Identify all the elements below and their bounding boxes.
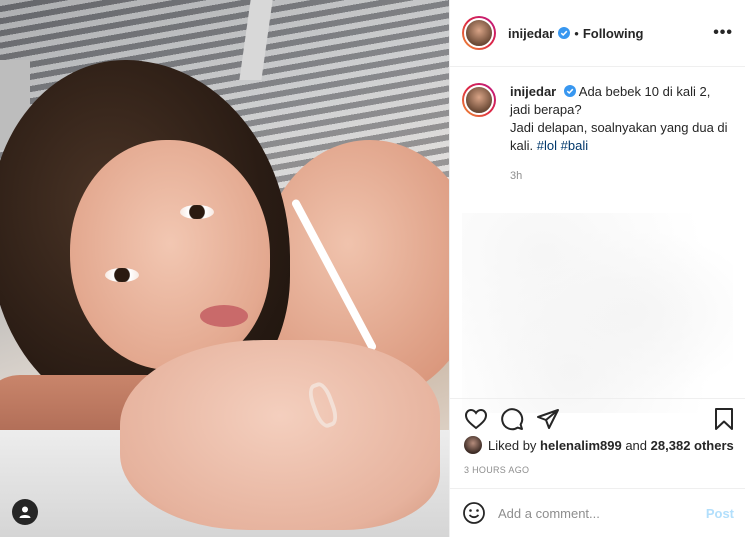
liked-by-prefix: Liked by xyxy=(488,437,537,453)
post-comment-button[interactable]: Post xyxy=(706,506,734,521)
verified-icon xyxy=(558,27,571,39)
emoji-icon[interactable] xyxy=(462,501,486,525)
photo-face xyxy=(70,140,270,370)
photo-eye xyxy=(105,268,139,282)
caption: inijedar Ada bebek 10 di kali 2, jadi be… xyxy=(450,67,745,185)
caption-body: inijedar Ada bebek 10 di kali 2, jadi be… xyxy=(510,83,732,185)
share-icon[interactable] xyxy=(536,407,560,431)
likes-others[interactable]: 28,382 others xyxy=(651,438,734,453)
photo-hand xyxy=(120,340,440,530)
comment-bar: Post xyxy=(450,488,745,537)
action-bar xyxy=(450,398,745,438)
hashtag-bali[interactable]: #bali xyxy=(561,138,588,153)
caption-username[interactable]: inijedar xyxy=(510,84,556,99)
liker-avatar[interactable] xyxy=(464,436,482,454)
separator-dot: • xyxy=(574,25,579,41)
verified-icon xyxy=(563,85,576,97)
photo-lips xyxy=(200,305,248,327)
user-tag-icon xyxy=(19,506,31,518)
more-icon[interactable]: ••• xyxy=(713,24,733,42)
author-username[interactable]: inijedar xyxy=(508,26,554,41)
hashtag-lol[interactable]: #lol xyxy=(537,138,557,153)
caption-time: 3h xyxy=(510,170,523,182)
photo-eye xyxy=(180,205,214,219)
author-avatar[interactable] xyxy=(462,16,496,50)
bookmark-icon[interactable] xyxy=(712,407,736,431)
blurred-comments xyxy=(462,213,733,413)
comment-input[interactable] xyxy=(498,505,706,521)
user-tag-button[interactable] xyxy=(12,499,38,525)
caption-avatar[interactable] xyxy=(462,83,496,117)
liked-by-user[interactable]: helenalim899 xyxy=(540,438,622,453)
likes-summary: Liked by helenalim899 and 28,382 others xyxy=(464,436,734,454)
liked-by-and: and xyxy=(625,437,648,453)
post-header: inijedar • Following ••• xyxy=(450,0,745,67)
post-photo[interactable] xyxy=(0,0,449,537)
post-time[interactable]: 3 HOURS AGO xyxy=(464,465,529,475)
comment-icon[interactable] xyxy=(500,407,524,431)
following-button[interactable]: Following xyxy=(583,26,644,41)
post-detail-panel: inijedar • Following ••• inijedar Ada be… xyxy=(449,0,745,537)
heart-icon[interactable] xyxy=(464,407,488,431)
